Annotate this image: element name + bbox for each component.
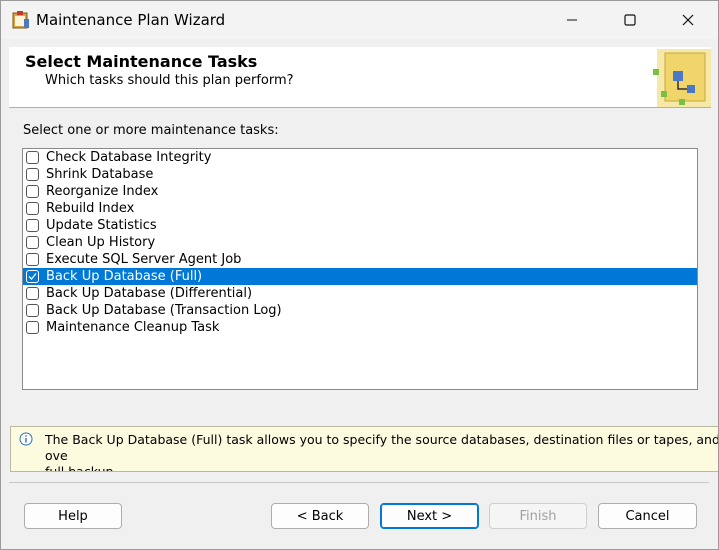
task-label: Update Statistics [46, 218, 157, 233]
task-checkbox[interactable] [26, 287, 39, 300]
minimize-button[interactable] [543, 1, 601, 39]
task-label: Execute SQL Server Agent Job [46, 252, 242, 267]
task-item[interactable]: Back Up Database (Full) [23, 268, 697, 285]
close-icon [682, 14, 694, 26]
wizard-window: Maintenance Plan Wizard Select Maintenan… [0, 0, 719, 550]
task-checkbox[interactable] [26, 236, 39, 249]
task-checkbox[interactable] [26, 321, 39, 334]
next-button[interactable]: Next > [380, 503, 479, 529]
task-list-label: Select one or more maintenance tasks: [23, 123, 279, 138]
page-subtitle: Which tasks should this plan perform? [45, 73, 294, 88]
task-label: Check Database Integrity [46, 150, 212, 165]
back-button[interactable]: < Back [271, 503, 369, 529]
task-item[interactable]: Update Statistics [23, 217, 697, 234]
task-checkbox[interactable] [26, 304, 39, 317]
window-title: Maintenance Plan Wizard [36, 11, 226, 29]
task-item[interactable]: Back Up Database (Differential) [23, 285, 697, 302]
help-button[interactable]: Help [24, 503, 122, 529]
task-description-panel: The Back Up Database (Full) task allows … [10, 426, 719, 472]
page-title: Select Maintenance Tasks [25, 52, 258, 71]
task-item[interactable]: Clean Up History [23, 234, 697, 251]
maximize-button[interactable] [601, 1, 659, 39]
finish-button: Finish [489, 503, 587, 529]
task-label: Reorganize Index [46, 184, 159, 199]
footer-divider [9, 482, 709, 483]
minimize-icon [567, 19, 577, 21]
wizard-banner-icon [653, 49, 711, 107]
task-checkbox[interactable] [26, 253, 39, 266]
task-checkbox[interactable] [26, 270, 39, 283]
checkmark-icon [28, 273, 37, 280]
task-item[interactable]: Back Up Database (Transaction Log) [23, 302, 697, 319]
task-description-text: The Back Up Database (Full) task allows … [45, 432, 719, 472]
task-label: Back Up Database (Differential) [46, 286, 253, 301]
task-label: Back Up Database (Full) [46, 269, 203, 284]
task-checkbox[interactable] [26, 168, 39, 181]
task-item[interactable]: Reorganize Index [23, 183, 697, 200]
task-label: Back Up Database (Transaction Log) [46, 303, 282, 318]
task-label: Maintenance Cleanup Task [46, 320, 220, 335]
task-item[interactable]: Check Database Integrity [23, 149, 697, 166]
close-button[interactable] [659, 1, 717, 39]
task-checkbox[interactable] [26, 219, 39, 232]
task-label: Rebuild Index [46, 201, 135, 216]
task-label: Shrink Database [46, 167, 154, 182]
maximize-icon [624, 14, 636, 26]
task-list[interactable]: Check Database Integrity Shrink Database R… [22, 148, 698, 390]
task-checkbox[interactable] [26, 185, 39, 198]
info-icon [19, 432, 33, 446]
task-checkbox[interactable] [26, 151, 39, 164]
cancel-button[interactable]: Cancel [598, 503, 697, 529]
task-item[interactable]: Rebuild Index [23, 200, 697, 217]
wizard-header: Select Maintenance Tasks Which tasks sho… [9, 47, 711, 108]
task-label: Clean Up History [46, 235, 156, 250]
task-item[interactable]: Execute SQL Server Agent Job [23, 251, 697, 268]
task-checkbox[interactable] [26, 202, 39, 215]
wizard-app-icon [12, 11, 29, 29]
task-item[interactable]: Shrink Database [23, 166, 697, 183]
task-item[interactable]: Maintenance Cleanup Task [23, 319, 697, 336]
title-bar[interactable]: Maintenance Plan Wizard [1, 1, 718, 39]
